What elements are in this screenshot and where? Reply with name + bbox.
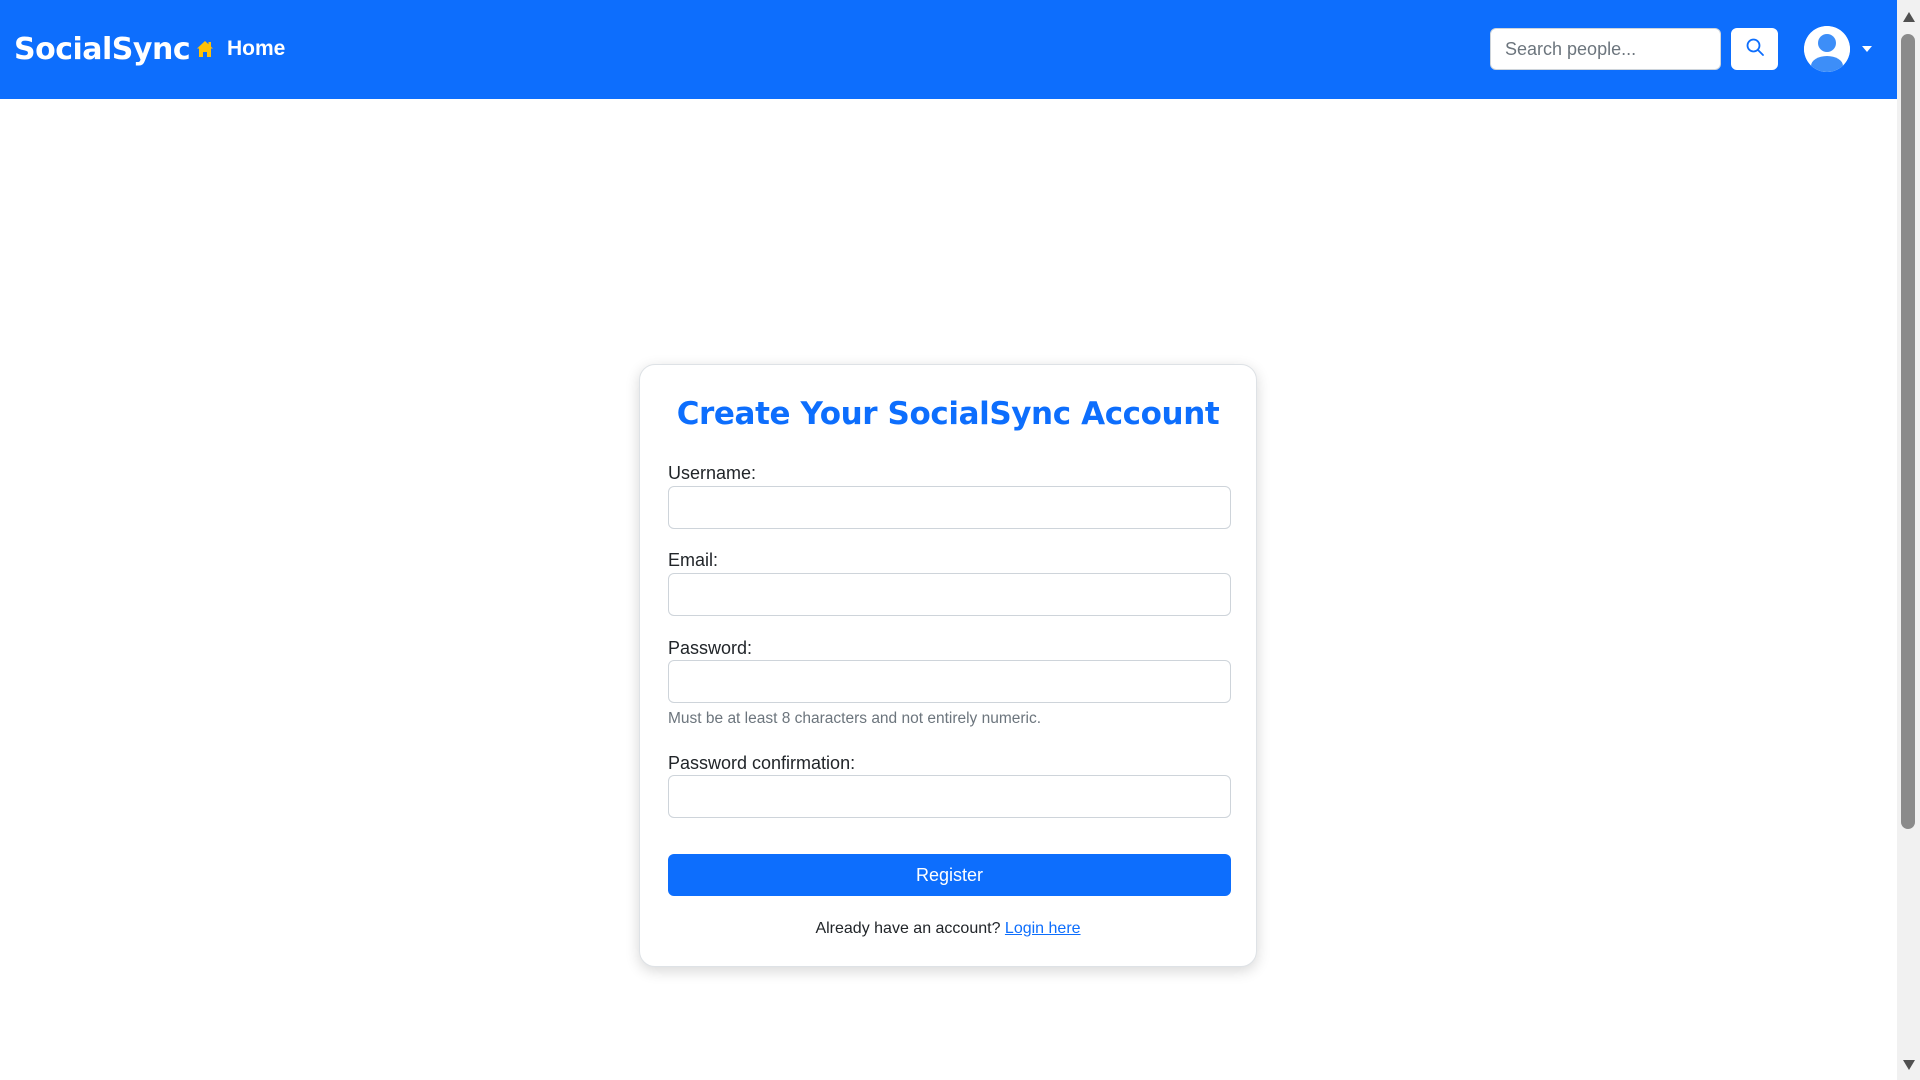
password-confirm-label: Password confirmation: xyxy=(668,753,856,773)
password-help-text: Must be at least 8 characters and not en… xyxy=(668,710,1042,727)
login-link[interactable]: Login here xyxy=(1005,920,1081,937)
form-title: Create Your SocialSync Account xyxy=(676,396,1220,432)
username-field[interactable] xyxy=(668,486,1231,529)
nav-home-label: Home xyxy=(227,37,286,60)
user-avatar-icon xyxy=(1804,26,1850,72)
home-icon xyxy=(195,39,215,59)
scroll-down-arrow[interactable] xyxy=(1903,1060,1915,1070)
login-prompt: Already have an account? Login here xyxy=(640,918,1256,940)
username-label: Username: xyxy=(668,463,757,483)
brand-logo[interactable]: SocialSync xyxy=(14,30,191,70)
search-button[interactable] xyxy=(1731,28,1778,70)
register-button[interactable]: Register xyxy=(668,854,1231,896)
vertical-scrollbar[interactable] xyxy=(1897,0,1920,1080)
password-label: Password: xyxy=(668,638,753,658)
password-field[interactable] xyxy=(668,660,1231,703)
scroll-up-arrow[interactable] xyxy=(1903,12,1915,22)
caret-down-icon xyxy=(1862,46,1872,52)
navbar: SocialSync Home xyxy=(0,0,1897,99)
password-confirm-field[interactable] xyxy=(668,775,1231,818)
email-label: Email: xyxy=(668,550,719,570)
scroll-thumb[interactable] xyxy=(1901,34,1915,829)
search-input[interactable] xyxy=(1490,28,1721,70)
search-icon xyxy=(1745,37,1765,62)
page: SocialSync Home Search people... Create … xyxy=(0,0,1920,1080)
email-field[interactable] xyxy=(668,573,1231,616)
user-menu-toggle[interactable] xyxy=(1804,26,1872,72)
register-card: Create Your SocialSync Account Username:… xyxy=(639,364,1257,967)
login-prompt-text: Already have an account? xyxy=(815,920,1001,937)
nav-home-link[interactable]: Home xyxy=(195,34,285,64)
